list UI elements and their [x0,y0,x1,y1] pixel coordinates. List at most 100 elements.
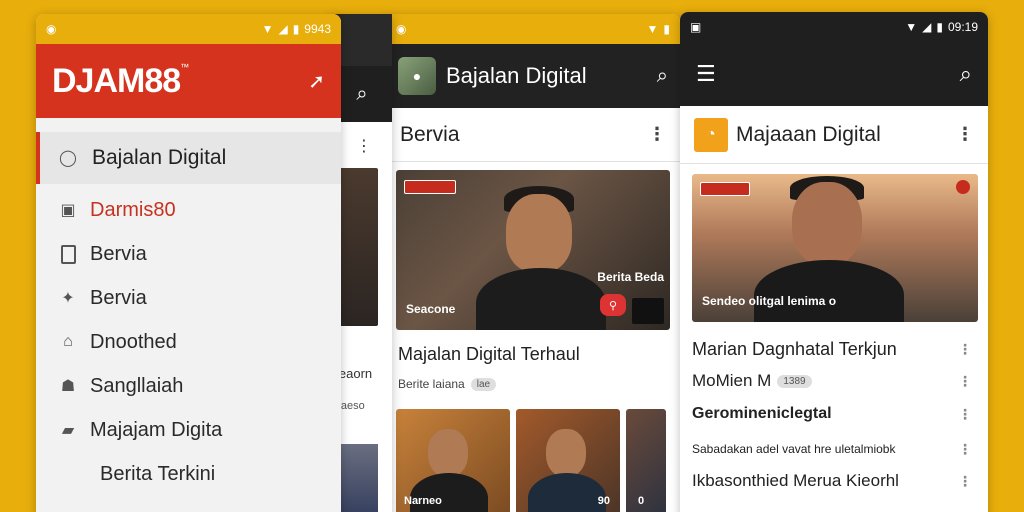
drawer-item-label: Bervia [90,242,147,265]
overflow-menu-icon[interactable]: ⋮ [958,441,972,458]
live-badge [700,182,750,196]
meta-chip: lae [470,377,497,391]
section-header: Bervia ⋮ [386,108,680,162]
share-icon[interactable]: ➚ [308,69,325,94]
status-bar: ◉ ▼ ◢ ▮ 9943 [36,14,341,44]
status-time: 9943 [304,22,331,36]
document-icon [58,244,78,264]
thumbnail-row: Narneo 90 0 [386,409,680,512]
wifi-icon: ▼ [905,20,918,34]
thumbnail-card[interactable]: 90 [516,409,620,512]
camera-icon: ▣ [60,202,76,219]
hero-caption: Seacone [406,302,456,316]
thumbnail-caption: 90 [597,495,610,507]
app-title: Bajalan Digital [446,63,587,88]
app-bar: ● Bajalan Digital ⌕ [386,44,680,108]
brand-logo: DJAM88™ [52,61,189,100]
section-header: ◔ Majaaan Digital ⋮ [680,106,988,164]
hero-caption: Berita Beda [597,270,664,284]
battery-icon: ▮ [663,22,670,36]
drawer-item-berita-terkini[interactable]: Berita Terkini [36,452,341,496]
battery-icon: ▮ [936,20,943,34]
drawer-item-label: Sangllaiah [90,374,184,397]
status-bar: ◉ ▼ ▮ [386,14,680,44]
notification-icon: ▣ [690,20,702,34]
list-item-title: Marian Dagnhatal Terkjun [692,338,897,359]
wifi-icon: ▼ [261,22,274,36]
clock-icon: ◔ [694,117,728,152]
drawer-item-dnoothed[interactable]: ⌂ Dnoothed [36,320,341,364]
chat-icon: ◯ [59,150,77,167]
drawer-item-majajam[interactable]: ▰ Majajam Digita [36,408,341,452]
puzzle-icon: ✦ [61,290,75,307]
overflow-menu-icon[interactable]: ⋮ [958,373,972,390]
notification-dot [956,180,970,194]
list-item-title: Ikbasonthied Merua Kieorhl [692,471,899,490]
drawer-item-bervia-1[interactable]: Bervia [36,232,341,276]
article-source: Berite laiana [398,377,465,391]
drawer-item-label: Berita Terkini [100,462,216,485]
thumbnail-caption: 0 [638,495,645,507]
notification-icon: ◉ [46,22,57,36]
notification-icon: ◉ [396,22,407,36]
search-icon[interactable]: ⌕ [332,66,392,122]
signal-icon: ◢ [922,20,932,34]
drawer-item-sangllaiah[interactable]: ☗ Sangllaiah [36,364,341,408]
overflow-menu-icon[interactable]: ⋮ [958,406,972,423]
status-time: 09:19 [947,20,978,34]
overflow-menu-icon[interactable]: ⋮ [958,341,972,358]
drawer-item-label: Majajam Digita [90,418,223,441]
drawer-item-bervia-2[interactable]: ✦ Bervia [36,276,341,320]
menu-icon[interactable]: ☰ [696,61,716,87]
location-pin-icon[interactable]: ⚲ [600,294,626,316]
search-icon[interactable]: ⌕ [960,61,972,87]
signal-icon: ◢ [278,22,288,36]
meta-chip: 1389 [777,374,812,388]
list-item[interactable]: MoMien M 1389 ⋮ [680,366,988,396]
article-meta: Berite laiana lae [386,365,680,391]
status-bar: ▣ ▼ ◢ ▮ 09:19 [680,12,988,42]
drawer-item-label: Dnoothed [90,330,177,353]
overflow-menu-icon[interactable]: ⋮ [956,124,974,145]
list-item[interactable]: Marian Dagnhatal Terkjun ⋮ [680,332,988,366]
battery-icon: ▮ [292,22,300,36]
hero-article-image[interactable]: Sendeo olitgal lenima o [692,174,978,322]
article-image [336,168,378,326]
list-item[interactable]: Ikbasonthied Merua Kieorhl ⋮ [680,466,988,496]
behind-phone: ⌕ ⋮ leaorn llaeso [332,14,392,512]
list-item-title: MoMien M 1389 [692,371,812,391]
home-icon: ⌂ [63,333,73,350]
app-bar: ☰ ⌕ [680,42,988,106]
hero-article-image[interactable]: Berita Beda Seacone ⚲ [396,170,670,330]
wifi-icon: ▼ [646,22,659,36]
list-item-title: Geromineniclegtal [692,405,832,422]
person-photo [476,176,606,330]
thumbnail-card[interactable]: 0 [626,409,666,512]
hero-caption: Sendeo olitgal lenima o [702,294,837,308]
section-title: Bervia [400,122,460,146]
video-icon[interactable] [632,298,664,324]
drawer-item-darmis[interactable]: ▣ Darmis80 [36,188,341,232]
thumbnail-caption: Narneo [404,495,442,507]
mid-phone: ◉ ▼ ▮ ● Bajalan Digital ⌕ Bervia ⋮ Berit… [386,14,680,512]
article-headline[interactable]: Majalan Digital Terhaul [386,330,680,365]
overflow-menu-icon[interactable]: ⋮ [958,473,972,490]
overflow-menu-icon[interactable]: ⋮ [648,124,666,145]
article-list: Marian Dagnhatal Terkjun ⋮ MoMien M 1389… [680,332,988,496]
people-icon: ☗ [60,378,76,395]
list-item-title: Sabadakan adel vavat hre uletalmiobk [692,442,896,456]
search-icon[interactable]: ⌕ [657,65,668,88]
drawer-item-label: Bervia [90,286,147,309]
list-item[interactable]: Sabadakan adel vavat hre uletalmiobk ⋮ [680,432,988,466]
left-phone: ◉ ▼ ◢ ▮ 9943 DJAM88™ ➚ ◯ Bajalan Digital… [36,14,341,512]
briefcase-icon: ▰ [61,422,75,439]
article-title: leaorn [336,366,373,381]
list-item[interactable]: Geromineniclegtal ⋮ [680,396,988,432]
thumbnail-card[interactable]: Narneo [396,409,510,512]
drawer-item-selected[interactable]: ◯ Bajalan Digital [36,132,341,184]
overflow-menu-icon[interactable]: ⋮ [356,136,372,156]
app-avatar: ● [398,57,436,95]
drawer-item-label: Bajalan Digital [92,146,227,169]
section-title: Majaaan Digital [736,122,881,146]
drawer-header: DJAM88™ ➚ [36,44,341,118]
